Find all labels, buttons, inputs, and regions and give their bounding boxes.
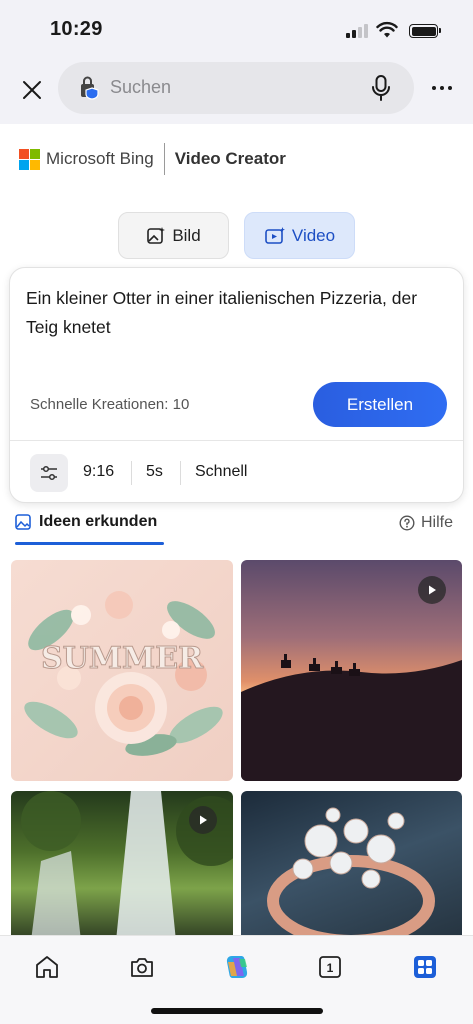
cellular-signal-icon [346,24,368,38]
address-search-bar[interactable]: Suchen [58,62,414,114]
duration-option[interactable]: 5s [146,463,163,481]
search-placeholder: Suchen [110,77,172,97]
create-button[interactable]: Erstellen [313,382,447,427]
option-divider [131,461,132,485]
mode-video-button[interactable]: Video [244,212,355,259]
active-tab-indicator [15,542,164,545]
close-button[interactable] [16,74,48,106]
mode-bild-button[interactable]: Bild [118,212,229,259]
summer-art-text: SUMMER [41,641,204,676]
status-bar: 10:29 [0,0,473,62]
copilot-icon [226,956,248,978]
mode-video-label: Video [291,225,336,245]
aspect-ratio-option[interactable]: 9:16 [83,463,114,481]
tab-apps[interactable] [410,952,440,982]
tabs-count: 1 [327,961,334,975]
apps-icon [414,956,436,978]
home-indicator[interactable] [151,1008,323,1014]
home-icon [36,956,58,978]
play-button[interactable] [418,576,446,604]
help-icon [399,515,415,531]
product-name: Video Creator [174,149,286,168]
tab-ideen-label: Ideen erkunden [39,513,158,530]
sliders-icon [41,465,57,481]
brand-header: Microsoft Bing Video Creator [19,143,286,175]
status-time: 10:29 [50,18,103,40]
help-link[interactable]: Hilfe [399,514,453,532]
image-sparkle-icon [147,226,166,244]
wifi-icon [376,21,398,38]
tab-camera[interactable] [127,952,157,982]
card-divider [10,440,463,441]
brand-name: Microsoft Bing [46,149,154,168]
prompt-input[interactable]: Ein kleiner Otter in einer italienischen… [26,284,446,342]
summer-paper-flowers-image: SUMMER [24,591,223,756]
option-divider [180,461,181,485]
play-button[interactable] [189,806,217,834]
tabs-icon: 1 [319,956,341,978]
prompt-card: Ein kleiner Otter in einer italienischen… [9,267,464,503]
pearl-ring-image [267,807,435,941]
quick-creations-count: Schnelle Kreationen: 10 [30,396,190,413]
tab-tabs[interactable]: 1 [315,952,345,982]
gallery-tile-waterfall[interactable] [11,791,233,941]
settings-button[interactable] [30,454,68,492]
battery-icon [409,24,441,38]
tab-ideen-erkunden[interactable]: Ideen erkunden [15,513,157,531]
help-label: Hilfe [421,514,454,531]
browser-toolbar: Suchen [0,62,473,124]
speed-option[interactable]: Schnell [195,463,247,481]
microsoft-logo-icon [19,148,40,170]
tab-home[interactable] [32,952,62,982]
copilot-lock-icon [81,76,99,100]
image-icon [15,514,31,530]
play-icon [200,815,207,825]
mode-bild-label: Bild [172,225,201,245]
more-icon [432,86,436,90]
camera-icon [131,958,153,977]
gallery-tile-desert[interactable] [241,560,462,781]
tab-copilot[interactable] [222,952,252,982]
video-sparkle-icon [265,226,285,244]
more-options-button[interactable] [428,76,456,100]
gallery-tile-summer[interactable]: SUMMER [11,560,233,781]
play-icon [429,585,436,595]
close-icon [23,81,41,99]
microphone-icon[interactable] [370,74,392,102]
gallery-tile-ring[interactable] [241,791,462,941]
brand-divider [163,143,165,175]
